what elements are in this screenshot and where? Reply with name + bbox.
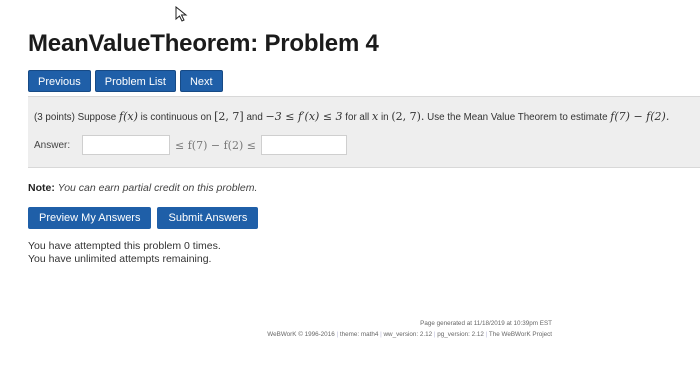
- page-title: MeanValueTheorem: Problem 4: [28, 30, 379, 57]
- next-button[interactable]: Next: [179, 70, 223, 92]
- lower-bound-input[interactable]: [82, 135, 170, 155]
- answer-label: Answer:: [34, 139, 71, 151]
- page: MeanValueTheorem: Problem 4 Previous Pro…: [0, 0, 700, 365]
- pg-version-text: pg_version: 2.12: [437, 331, 484, 338]
- answer-actions: Preview My Answers Submit Answers: [28, 207, 259, 229]
- upper-bound-input[interactable]: [260, 135, 347, 155]
- points-label: (3 points): [34, 112, 75, 123]
- submit-answers-button[interactable]: Submit Answers: [157, 207, 259, 229]
- ww-version-text: ww_version: 2.12: [383, 331, 433, 338]
- mouse-cursor-icon: [175, 6, 188, 22]
- preview-answers-button[interactable]: Preview My Answers: [28, 207, 152, 229]
- problem-list-button[interactable]: Problem List: [94, 70, 176, 92]
- webwork-project-link[interactable]: The WeBWorK Project: [489, 331, 552, 338]
- copyright-link[interactable]: WeBWorK © 1996-2016: [267, 331, 334, 338]
- problem-statement: (3 points) Suppose f(x) is continuous on…: [34, 110, 670, 123]
- previous-button[interactable]: Previous: [28, 70, 91, 92]
- problem-nav: Previous Problem List Next: [28, 70, 223, 92]
- problem-box: (3 points) Suppose f(x) is continuous on…: [28, 96, 700, 168]
- between-expression: ≤ f(7) − f(2) ≤: [175, 138, 256, 152]
- answer-row: Answer: ≤ f(7) − f(2) ≤: [34, 135, 347, 155]
- attempts-info: You have attempted this problem 0 times.…: [28, 240, 221, 266]
- attempts-count-text: You have attempted this problem 0 times.: [28, 240, 221, 252]
- note-label: Note:: [28, 182, 55, 194]
- partial-credit-note: Note: You can earn partial credit on thi…: [28, 182, 257, 194]
- attempts-remaining-text: You have unlimited attempts remaining.: [28, 253, 212, 265]
- version-line: WeBWorK © 1996-2016 | theme: math4 | ww_…: [267, 331, 552, 338]
- theme-text: theme: math4: [339, 331, 379, 338]
- generated-timestamp: Page generated at 11/18/2019 at 10:39pm …: [420, 320, 552, 327]
- note-text: You can earn partial credit on this prob…: [57, 182, 258, 194]
- page-footer: Page generated at 11/18/2019 at 10:39pm …: [180, 318, 552, 340]
